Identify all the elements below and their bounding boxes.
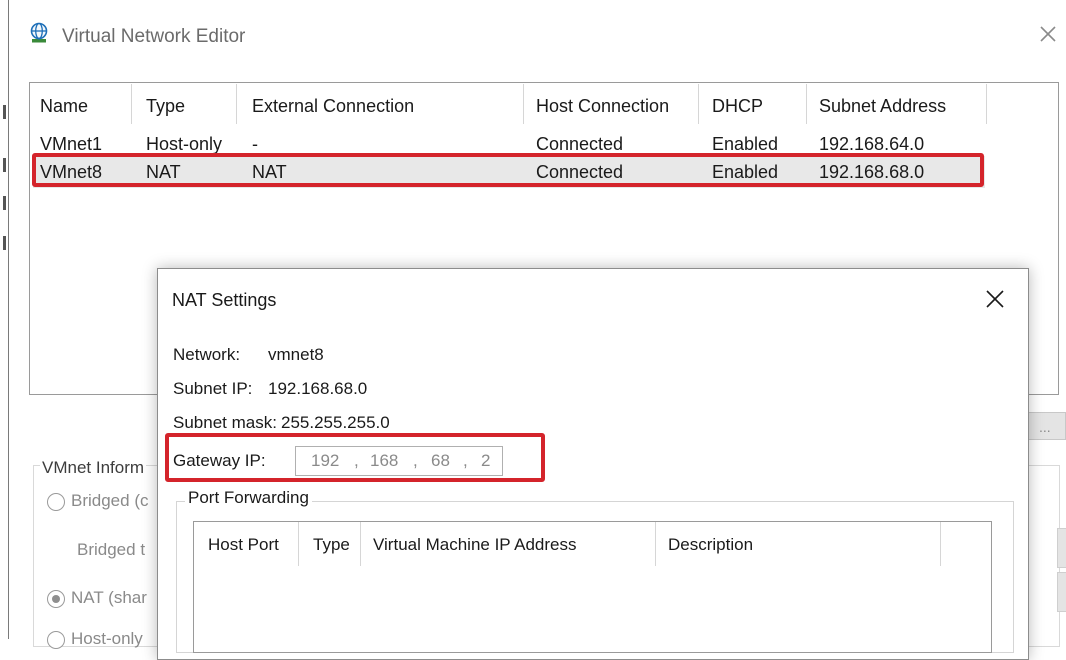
close-icon[interactable]	[1036, 22, 1060, 46]
close-icon[interactable]	[983, 287, 1007, 311]
column-separator[interactable]	[298, 522, 299, 566]
subnet-mask-value: 255.255.255.0	[281, 413, 390, 432]
edge-tick	[3, 236, 6, 250]
column-separator[interactable]	[236, 84, 237, 124]
column-header-type[interactable]: Type	[313, 535, 350, 555]
cell-type: Host-only	[146, 134, 223, 154]
column-separator[interactable]	[698, 84, 699, 124]
window-edge	[8, 0, 9, 639]
radio-circle	[47, 631, 65, 649]
column-header-subnet-address[interactable]: Subnet Address	[819, 96, 946, 117]
cell-name: VMnet1	[40, 134, 103, 154]
radio-circle-selected	[47, 590, 65, 608]
virtual-network-editor-window: Virtual Network Editor Name Type Externa…	[0, 0, 1066, 660]
side-button-stub[interactable]	[1057, 528, 1066, 568]
column-separator[interactable]	[986, 84, 987, 124]
nat-radio[interactable]: NAT (shar	[47, 587, 157, 611]
column-separator[interactable]	[655, 522, 656, 566]
bridged-label: Bridged (c	[71, 491, 149, 510]
port-forwarding-title: Port Forwarding	[185, 488, 312, 508]
network-value: vmnet8	[268, 345, 324, 364]
bridged-to-label: Bridged t	[77, 540, 146, 559]
network-action-button[interactable]: ...	[1028, 412, 1066, 440]
column-header-dhcp[interactable]: DHCP	[712, 96, 763, 117]
column-header-host-connection[interactable]: Host Connection	[536, 96, 669, 117]
radio-circle	[47, 493, 65, 511]
cell-dhcp: Enabled	[712, 134, 779, 154]
column-separator[interactable]	[806, 84, 807, 124]
column-header-type[interactable]: Type	[146, 96, 185, 117]
column-header-vm-ip-address[interactable]: Virtual Machine IP Address	[373, 535, 577, 555]
column-header-description[interactable]: Description	[668, 535, 753, 555]
host-only-label: Host-only	[71, 629, 143, 648]
radio-dot	[52, 595, 60, 603]
column-separator[interactable]	[131, 84, 132, 124]
window-title: Virtual Network Editor	[62, 26, 246, 47]
cell-subnet: 192.168.64.0	[819, 134, 925, 154]
column-separator[interactable]	[523, 84, 524, 124]
subnet-mask-label: Subnet mask:	[173, 413, 277, 432]
edge-tick	[3, 105, 6, 119]
column-header-external-connection[interactable]: External Connection	[252, 96, 414, 117]
cell-host: Connected	[536, 134, 624, 154]
side-button-stub[interactable]	[1057, 572, 1066, 612]
network-label: Network:	[173, 345, 241, 364]
host-only-radio[interactable]: Host-only	[47, 628, 157, 652]
column-header-host-port[interactable]: Host Port	[208, 535, 279, 555]
column-header-name[interactable]: Name	[40, 96, 88, 117]
edge-tick	[3, 196, 6, 210]
subnet-ip-value: 192.168.68.0	[268, 379, 368, 398]
vmnet-information-title: VMnet Inform	[40, 458, 147, 478]
network-action-button-label: ...	[1039, 419, 1051, 435]
edge-tick	[3, 158, 6, 172]
globe-network-icon	[28, 22, 50, 44]
gateway-annotation-box	[165, 433, 545, 482]
column-separator[interactable]	[940, 522, 941, 566]
bridged-radio[interactable]: Bridged (c	[47, 490, 157, 514]
cell-external: -	[252, 134, 258, 154]
column-separator[interactable]	[360, 522, 361, 566]
nat-dialog-title: NAT Settings	[172, 290, 277, 310]
nat-label: NAT (shar	[71, 588, 147, 607]
row-annotation-box	[32, 153, 984, 187]
subnet-ip-label: Subnet IP:	[173, 379, 253, 398]
